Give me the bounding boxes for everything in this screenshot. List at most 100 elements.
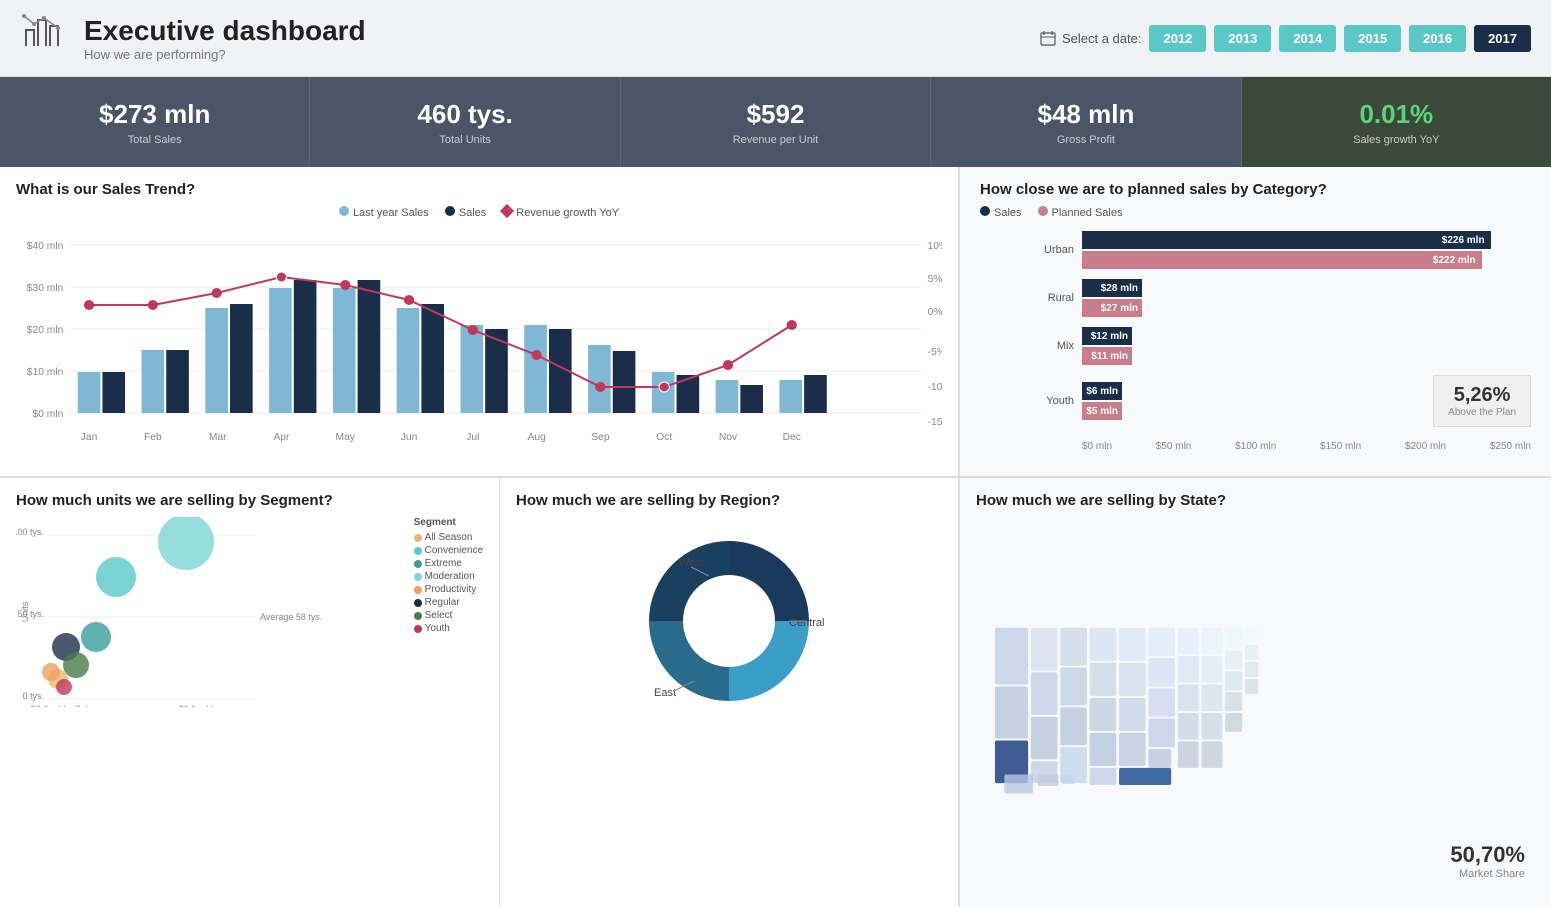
legend-growth: Revenue growth YoY	[502, 206, 619, 219]
header: Executive dashboard How we are performin…	[0, 0, 1551, 77]
state-map-title: How much we are selling by State?	[976, 492, 1535, 509]
legend-sales: Sales	[445, 206, 487, 219]
kpi-total-sales-value: $273 mln	[99, 99, 210, 130]
x-axis-planned: $0 mln $50 mln $100 mln $150 mln $200 ml…	[1030, 441, 1531, 452]
page-subtitle: How we are performing?	[84, 47, 1024, 62]
svg-text:10%: 10%	[928, 241, 942, 252]
urban-row: Urban $226 mln $222 mln	[1030, 231, 1531, 269]
svg-text:0 tys.: 0 tys.	[22, 691, 44, 701]
svg-text:5%: 5%	[928, 274, 942, 285]
legend-select: Select	[414, 610, 483, 621]
market-share-value: 50,70%	[1450, 842, 1525, 868]
kpi-sales-growth: 0.01% Sales growth YoY	[1242, 77, 1551, 167]
planned-sales-title: How close we are to planned sales by Cat…	[980, 181, 1531, 198]
us-map	[976, 517, 1535, 890]
svg-text:Average 58 tys.: Average 58 tys.	[260, 612, 322, 622]
legend-ly: Last year Sales	[339, 206, 429, 219]
kpi-gross-profit: $48 mln Gross Profit	[931, 77, 1241, 167]
legend-planned: Planned Sales	[1038, 206, 1123, 219]
svg-text:Dec: Dec	[783, 432, 801, 443]
svg-text:Sep: Sep	[591, 432, 610, 443]
svg-text:Aug: Aug	[527, 432, 545, 443]
segment-chart-section: How much units we are selling by Segment…	[0, 477, 500, 907]
legend-productivity: Productivity	[414, 584, 483, 595]
svg-text:$0,1 mld: $0,1 mld	[179, 704, 214, 707]
highlight-label: Above the Plan	[1448, 407, 1516, 418]
svg-text:Jul: Jul	[466, 432, 479, 443]
kpi-revenue-per-unit: $592 Revenue per Unit	[621, 77, 931, 167]
kpi-revenue-label: Revenue per Unit	[733, 134, 819, 146]
svg-text:Apr: Apr	[273, 432, 290, 443]
state-map-section: How much we are selling by State?	[960, 477, 1551, 907]
legend-convenience: Convenience	[414, 545, 483, 556]
market-share-display: 50,70% Market Share	[1450, 842, 1525, 880]
region-chart-title: How much we are selling by Region?	[516, 492, 942, 509]
kpi-row: $273 mln Total Sales 460 tys. Total Unit…	[0, 77, 1551, 167]
kpi-total-units-label: Total Units	[439, 134, 490, 146]
svg-text:Nov: Nov	[719, 432, 738, 443]
svg-text:-5%: -5%	[928, 347, 942, 358]
highlight-value: 5,26%	[1448, 384, 1516, 407]
year-2014-button[interactable]: 2014	[1279, 25, 1336, 52]
planned-bars: Urban $226 mln $222 mln Rural $28 mln $2…	[980, 231, 1531, 452]
dashboard-icon	[20, 10, 68, 66]
legend-youth: Youth	[414, 623, 483, 634]
page-title: Executive dashboard	[84, 15, 1024, 47]
svg-text:0%: 0%	[928, 307, 942, 318]
kpi-revenue-value: $592	[747, 99, 805, 130]
planned-legend: Sales Planned Sales	[980, 206, 1531, 219]
svg-text:$0,0 mld: $0,0 mld	[31, 704, 66, 707]
year-2012-button[interactable]: 2012	[1149, 25, 1206, 52]
year-2013-button[interactable]: 2013	[1214, 25, 1271, 52]
sales-trend-title: What is our Sales Trend?	[16, 181, 942, 198]
region-donut-chart: West Central East	[579, 521, 879, 721]
region-chart-section: How much we are selling by Region?	[500, 477, 959, 907]
svg-text:Jan: Jan	[81, 432, 98, 443]
svg-text:Sales: Sales	[75, 704, 98, 707]
year-2015-button[interactable]: 2015	[1344, 25, 1401, 52]
svg-text:Jun: Jun	[401, 432, 418, 443]
svg-text:$40 mln: $40 mln	[27, 241, 64, 252]
svg-text:Central: Central	[789, 617, 824, 629]
sales-trend-chart: $40 mln $30 mln $20 mln $10 mln $0 mln 1…	[16, 225, 942, 465]
svg-text:$10 mln: $10 mln	[27, 367, 64, 378]
svg-text:100 tys.: 100 tys.	[16, 527, 44, 537]
kpi-total-sales: $273 mln Total Sales	[0, 77, 310, 167]
svg-text:$30 mln: $30 mln	[27, 283, 64, 294]
legend-all-season: All Season	[414, 532, 483, 543]
svg-text:Feb: Feb	[144, 432, 162, 443]
kpi-total-sales-label: Total Sales	[128, 134, 182, 146]
kpi-gross-profit-value: $48 mln	[1038, 99, 1135, 130]
chart-legend: Last year Sales Sales Revenue growth YoY	[16, 206, 942, 219]
svg-text:May: May	[336, 432, 356, 443]
year-2017-button[interactable]: 2017	[1474, 25, 1531, 52]
date-label: Select a date:	[1040, 30, 1142, 46]
segment-chart-title: How much units we are selling by Segment…	[16, 492, 483, 509]
kpi-total-units-value: 460 tys.	[417, 99, 512, 130]
kpi-growth-label: Sales growth YoY	[1353, 134, 1439, 146]
bubble-chart: 100 tys. 50 tys. 0 tys. Units Average 58…	[16, 517, 336, 707]
kpi-growth-value: 0.01%	[1359, 99, 1433, 130]
year-2016-button[interactable]: 2016	[1409, 25, 1466, 52]
youth-row: Youth $6 mln $5 mln 5,26% Above the Plan	[1030, 375, 1531, 427]
header-title-block: Executive dashboard How we are performin…	[84, 15, 1024, 62]
svg-text:East: East	[654, 687, 676, 699]
svg-text:-10%: -10%	[928, 382, 942, 393]
legend-sales: Sales	[980, 206, 1022, 219]
legend-moderation: Moderation	[414, 571, 483, 582]
market-share-label: Market Share	[1450, 868, 1525, 880]
svg-text:$0 mln: $0 mln	[33, 409, 64, 420]
legend-extreme: Extreme	[414, 558, 483, 569]
rural-row: Rural $28 mln $27 mln	[1030, 279, 1531, 317]
svg-text:Oct: Oct	[656, 432, 672, 443]
sales-trend-section: What is our Sales Trend? Last year Sales…	[0, 167, 959, 477]
planned-sales-section: How close we are to planned sales by Cat…	[960, 167, 1551, 477]
mix-row: Mix $12 mln $11 mln	[1030, 327, 1531, 365]
date-section: Select a date: 2012 2013 2014 2015 2016 …	[1040, 25, 1531, 52]
svg-text:-15%: -15%	[928, 417, 942, 428]
kpi-gross-profit-label: Gross Profit	[1057, 134, 1115, 146]
svg-text:Units: Units	[20, 601, 30, 622]
svg-text:Mar: Mar	[209, 432, 227, 443]
kpi-total-units: 460 tys. Total Units	[310, 77, 620, 167]
legend-regular: Regular	[414, 597, 483, 608]
